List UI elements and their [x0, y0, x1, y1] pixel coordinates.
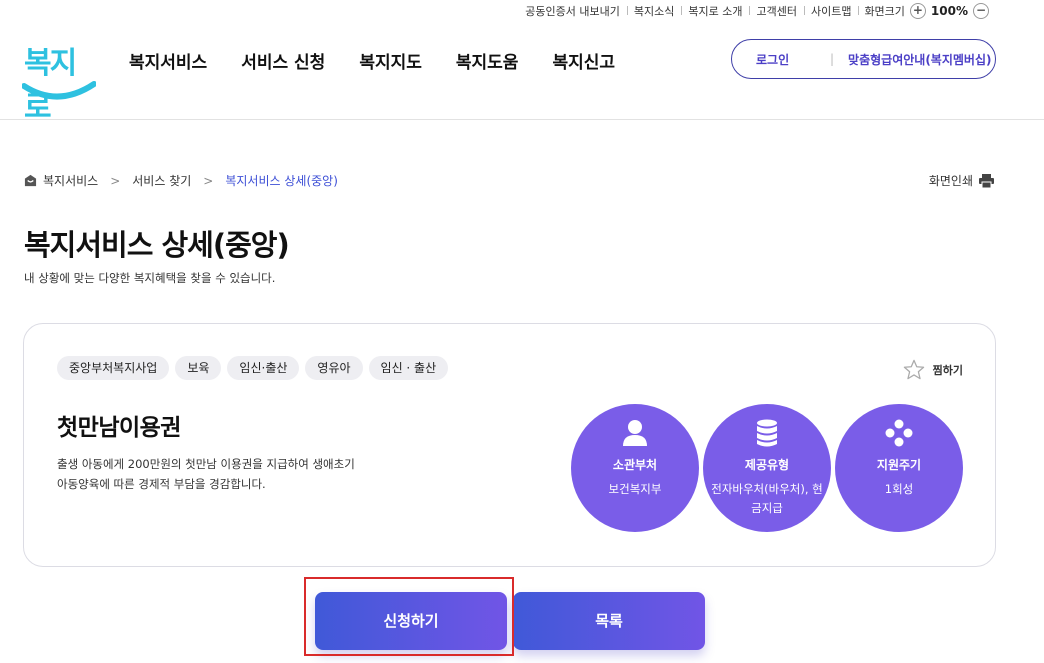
tag: 중앙부처복지사업	[57, 356, 170, 380]
tag: 영유아	[305, 356, 363, 380]
print-button[interactable]: 화면인쇄	[929, 172, 994, 189]
util-link-news[interactable]: 복지소식	[626, 3, 681, 19]
chevron-right-icon: >	[110, 173, 121, 188]
service-description: 출생 아동에게 200만원의 첫만남 이용권을 지급하여 생애초기 아동양육에 …	[57, 457, 355, 491]
membership-guide-link[interactable]: 맞춤형급여안내(복지멤버십)	[840, 51, 991, 68]
zoom-in-button[interactable]: +	[909, 3, 926, 19]
util-link-about[interactable]: 복지로 소개	[681, 3, 749, 19]
page-title: 복지서비스 상세(중앙)	[24, 228, 290, 262]
tag-list: 중앙부처복지사업 보육 임신·출산 영유아 임신 · 출산	[57, 356, 449, 380]
main-nav: 복지서비스 서비스 신청 복지지도 복지도움 복지신고	[112, 48, 632, 73]
nav-welfare-help[interactable]: 복지도움	[439, 48, 536, 73]
member-box: 로그인 | 맞춤형급여안내(복지멤버십)	[731, 39, 996, 79]
info-value: 전자바우처(바우처), 현금지급	[711, 482, 823, 515]
info-label: 소관부처	[612, 458, 658, 472]
tag: 임신 · 출산	[368, 356, 449, 380]
util-link-certificate[interactable]: 공동인증서 내보내기	[518, 3, 627, 19]
util-link-sitemap[interactable]: 사이트맵	[803, 3, 858, 19]
print-label: 화면인쇄	[928, 174, 973, 188]
favorite-button[interactable]: 찜하기	[903, 359, 963, 380]
apply-button-highlight	[304, 577, 514, 656]
list-button[interactable]: 목록	[513, 592, 705, 650]
service-name: 첫만남이용권	[57, 415, 181, 441]
login-link[interactable]: 로그인	[732, 51, 824, 68]
star-icon	[903, 359, 924, 380]
info-label: 제공유형	[744, 458, 790, 472]
nav-welfare-services[interactable]: 복지서비스	[112, 48, 224, 73]
info-provision-type: 제공유형 전자바우처(바우처), 현금지급	[703, 404, 831, 532]
zoom-out-button[interactable]: −	[973, 3, 989, 19]
info-label: 지원주기	[876, 458, 922, 472]
zoom-label: 화면크기	[864, 5, 905, 18]
site-header: 복지로 복지서비스 서비스 신청 복지지도 복지도움 복지신고 로그인 | 맞춤…	[0, 22, 1044, 125]
chevron-right-icon: >	[203, 173, 214, 188]
info-value: 1회성	[884, 482, 914, 496]
tag: 보육	[175, 356, 222, 380]
utility-bar: 공동인증서 내보내기 복지소식 복지로 소개 고객센터 사이트맵 화면크기 + …	[518, 0, 1044, 22]
home-icon[interactable]	[24, 174, 37, 187]
breadcrumb-item-services[interactable]: 복지서비스	[43, 172, 98, 189]
service-card: 중앙부처복지사업 보육 임신·출산 영유아 임신 · 출산 찜하기 첫만남이용권…	[23, 323, 996, 567]
info-support-cycle: 지원주기 1회성	[835, 404, 963, 532]
person-icon	[623, 420, 647, 446]
printer-icon	[979, 173, 994, 188]
favorite-label: 찜하기	[932, 363, 963, 377]
database-icon	[757, 419, 777, 447]
breadcrumb: 복지서비스 > 서비스 찾기 > 복지서비스 상세(중앙)	[24, 172, 338, 189]
breadcrumb-item-current: 복지서비스 상세(중앙)	[225, 174, 338, 188]
zoom-value: 100%	[930, 4, 968, 18]
service-info: 소관부처 보건복지부 제공유형 전자바우처(바우처), 현금지급 지원주기 1회…	[571, 404, 963, 532]
nav-service-apply[interactable]: 서비스 신청	[224, 48, 342, 73]
info-department: 소관부처 보건복지부	[571, 404, 699, 532]
logo-smile-icon	[22, 81, 96, 100]
nav-welfare-map[interactable]: 복지지도	[342, 48, 439, 73]
page-subtitle: 내 상황에 맞는 다양한 복지혜택을 찾을 수 있습니다.	[24, 271, 276, 285]
dots-icon	[885, 419, 913, 447]
site-logo[interactable]: 복지로	[22, 38, 96, 125]
nav-welfare-report[interactable]: 복지신고	[535, 48, 632, 73]
util-link-support[interactable]: 고객센터	[749, 3, 803, 19]
member-separator: |	[830, 52, 835, 66]
tag: 임신·출산	[227, 356, 300, 380]
zoom-control: 화면크기 + 100% −	[858, 3, 996, 19]
info-value: 보건복지부	[608, 482, 662, 496]
breadcrumb-item-find[interactable]: 서비스 찾기	[132, 172, 191, 189]
